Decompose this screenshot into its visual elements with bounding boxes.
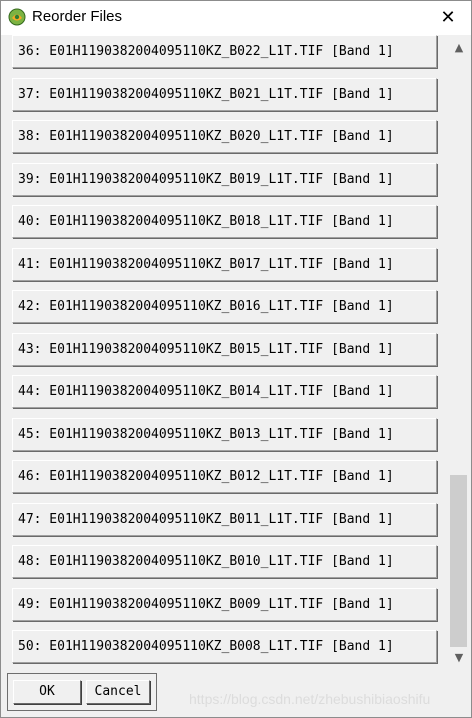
close-icon[interactable]: ✕: [425, 1, 471, 35]
scroll-down-arrow-icon[interactable]: ▼: [447, 649, 471, 667]
file-list: 36: E01H1190382004095110KZ_B022_L1T.TIF …: [1, 35, 447, 667]
file-list-item[interactable]: 38: E01H1190382004095110KZ_B020_L1T.TIF …: [12, 120, 437, 153]
ok-button[interactable]: OK: [13, 680, 81, 704]
cancel-button[interactable]: Cancel: [86, 680, 150, 704]
file-list-item[interactable]: 42: E01H1190382004095110KZ_B016_L1T.TIF …: [12, 290, 437, 323]
app-logo-icon: [8, 8, 26, 26]
vertical-scrollbar[interactable]: ▲ ▼: [447, 35, 471, 667]
file-list-item[interactable]: 44: E01H1190382004095110KZ_B014_L1T.TIF …: [12, 375, 437, 408]
file-list-item[interactable]: 40: E01H1190382004095110KZ_B018_L1T.TIF …: [12, 205, 437, 238]
file-list-item[interactable]: 46: E01H1190382004095110KZ_B012_L1T.TIF …: [12, 460, 437, 493]
scroll-up-arrow-icon[interactable]: ▲: [447, 39, 471, 57]
title-bar: Reorder Files ✕: [1, 1, 471, 35]
file-list-item[interactable]: 41: E01H1190382004095110KZ_B017_L1T.TIF …: [12, 247, 437, 281]
file-list-item[interactable]: 48: E01H1190382004095110KZ_B010_L1T.TIF …: [12, 545, 437, 578]
watermark-text: https://blog.csdn.net/zhebushibiaoshifu: [189, 691, 431, 707]
window-title: Reorder Files: [32, 8, 123, 25]
file-list-item[interactable]: 49: E01H1190382004095110KZ_B009_L1T.TIF …: [12, 587, 437, 621]
file-list-item[interactable]: 36: E01H1190382004095110KZ_B022_L1T.TIF …: [12, 35, 437, 68]
file-list-item[interactable]: 37: E01H1190382004095110KZ_B021_L1T.TIF …: [12, 77, 437, 111]
button-panel: OK Cancel: [7, 673, 157, 711]
file-list-item[interactable]: 45: E01H1190382004095110KZ_B013_L1T.TIF …: [12, 417, 437, 451]
file-list-item[interactable]: 39: E01H1190382004095110KZ_B019_L1T.TIF …: [12, 162, 437, 196]
file-list-item[interactable]: 47: E01H1190382004095110KZ_B011_L1T.TIF …: [12, 502, 437, 536]
reorder-files-dialog: Reorder Files ✕ 36: E01H1190382004095110…: [0, 0, 472, 718]
file-list-item[interactable]: 43: E01H1190382004095110KZ_B015_L1T.TIF …: [12, 332, 437, 366]
file-list-item[interactable]: 50: E01H1190382004095110KZ_B008_L1T.TIF …: [12, 630, 437, 663]
scrollbar-thumb[interactable]: [450, 475, 467, 647]
